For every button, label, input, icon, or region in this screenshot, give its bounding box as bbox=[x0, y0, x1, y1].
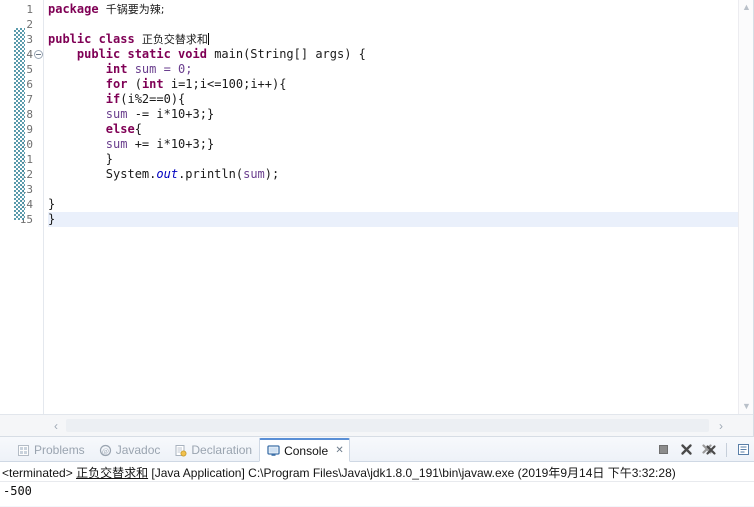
display-selected-console-button[interactable] bbox=[735, 441, 752, 458]
console-jvm-path: C:\Program Files\Java\jdk1.8.0_191\bin\j… bbox=[248, 466, 515, 480]
code-token: } bbox=[48, 212, 56, 226]
scroll-down-arrow-icon[interactable]: ▼ bbox=[740, 400, 753, 413]
tab-javadoc[interactable]: @ Javadoc bbox=[92, 438, 168, 462]
terminate-button[interactable] bbox=[655, 441, 672, 458]
console-timestamp: (2019年9月14日 下午3:32:28) bbox=[517, 466, 676, 480]
code-line[interactable]: package 千锅要为辣; bbox=[48, 2, 753, 17]
tab-label: Console bbox=[284, 443, 329, 458]
problems-icon bbox=[17, 444, 30, 457]
tab-close-icon[interactable]: ✕ bbox=[334, 445, 345, 456]
changed-lines-marker-bar bbox=[14, 28, 25, 220]
tab-problems[interactable]: Problems bbox=[10, 438, 92, 462]
code-token: 千锅要为辣; bbox=[105, 3, 165, 16]
code-line[interactable]: else{ bbox=[48, 122, 753, 137]
console-toolbar[interactable] bbox=[655, 440, 752, 459]
scroll-left-arrow-icon[interactable]: ‹ bbox=[48, 418, 64, 434]
code-token: ); bbox=[264, 167, 280, 181]
code-token: sum bbox=[105, 137, 135, 151]
editor-vertical-scrollbar[interactable]: ▲ ▼ bbox=[738, 0, 753, 414]
code-line[interactable] bbox=[48, 17, 753, 32]
code-token: } bbox=[48, 197, 56, 211]
eclipse-ide-window: 1 2 3 4 5 6 7 8 9 10 11 12 13 14 15 package 千锅要为辣; publ… bbox=[0, 0, 754, 507]
tab-label: Javadoc bbox=[115, 443, 161, 457]
code-token: int bbox=[105, 62, 135, 76]
code-fold-collapse-icon[interactable] bbox=[34, 50, 43, 59]
line-number: 1 bbox=[26, 3, 33, 16]
remove-launch-button[interactable] bbox=[678, 441, 695, 458]
console-icon bbox=[267, 444, 280, 457]
code-token: sum = 0; bbox=[134, 62, 193, 76]
code-token: int bbox=[141, 77, 171, 91]
code-token: (i%2==0){ bbox=[120, 92, 186, 106]
hscroll-track[interactable] bbox=[66, 419, 709, 432]
code-token: if bbox=[105, 92, 121, 106]
text-caret bbox=[207, 33, 209, 45]
code-line[interactable] bbox=[48, 182, 753, 197]
console-launch-type: [Java Application] bbox=[151, 466, 245, 480]
tab-declaration[interactable]: Declaration bbox=[167, 438, 259, 462]
remove-all-launches-button[interactable] bbox=[701, 441, 718, 458]
code-token: sum bbox=[243, 167, 265, 181]
code-token: public class bbox=[48, 32, 142, 46]
view-tab-list[interactable]: Problems @ Javadoc Declaration Console ✕ bbox=[0, 437, 754, 462]
code-token: for bbox=[105, 77, 135, 91]
bottom-panel: Problems @ Javadoc Declaration Console ✕ bbox=[0, 437, 754, 507]
code-line[interactable]: if(i%2==0){ bbox=[48, 92, 753, 107]
code-line[interactable]: int sum = 0; bbox=[48, 62, 753, 77]
tab-label: Declaration bbox=[191, 443, 253, 457]
code-token: .println( bbox=[178, 167, 244, 181]
code-token: sum bbox=[105, 107, 135, 121]
code-token: package bbox=[48, 2, 106, 16]
code-line[interactable]: } bbox=[48, 197, 753, 212]
console-launch-header: <terminated> 正负交替求和 [Java Application] C… bbox=[0, 462, 754, 482]
code-token: 正负交替求和 bbox=[141, 33, 208, 46]
tab-console[interactable]: Console ✕ bbox=[259, 438, 351, 462]
code-line[interactable]: System.out.println(sum); bbox=[48, 167, 753, 182]
code-line[interactable]: public class 正负交替求和 bbox=[48, 32, 753, 47]
code-line[interactable]: for (int i=1;i<=100;i++){ bbox=[48, 77, 753, 92]
toolbar-separator bbox=[726, 442, 727, 457]
console-launch-name: 正负交替求和 bbox=[76, 466, 149, 480]
code-line[interactable]: } bbox=[48, 152, 753, 167]
declaration-icon bbox=[174, 444, 187, 457]
code-token: } bbox=[48, 152, 114, 166]
code-token: System. bbox=[48, 167, 157, 181]
code-line[interactable]: public static void main(String[] args) { bbox=[48, 47, 753, 62]
tab-label: Problems bbox=[34, 443, 85, 457]
code-token: main(String[] args) { bbox=[214, 47, 366, 61]
console-terminated-status: <terminated> bbox=[2, 466, 73, 480]
javadoc-icon: @ bbox=[99, 444, 112, 457]
editor-horizontal-scrollbar[interactable]: ‹ › bbox=[0, 414, 753, 436]
code-line[interactable]: sum += i*10+3;} bbox=[48, 137, 753, 152]
code-token: out bbox=[156, 167, 179, 181]
editor-body[interactable]: 1 2 3 4 5 6 7 8 9 10 11 12 13 14 15 package 千锅要为辣; publ… bbox=[0, 0, 753, 414]
bottom-panel-tabbar: Problems @ Javadoc Declaration Console ✕ bbox=[0, 437, 754, 462]
code-token: public static void bbox=[76, 47, 215, 61]
code-token: else bbox=[105, 122, 135, 136]
gutter-separator bbox=[43, 0, 44, 414]
scroll-up-arrow-icon[interactable]: ▲ bbox=[740, 1, 753, 14]
code-text-area[interactable]: package 千锅要为辣; public class 正负交替求和 public… bbox=[43, 0, 753, 414]
scroll-right-arrow-icon[interactable]: › bbox=[713, 418, 729, 434]
code-line[interactable]: sum -= i*10+3;} bbox=[48, 107, 753, 122]
svg-text:@: @ bbox=[102, 446, 109, 455]
console-output-text[interactable]: -500 bbox=[0, 482, 754, 506]
java-editor[interactable]: 1 2 3 4 5 6 7 8 9 10 11 12 13 14 15 package 千锅要为辣; publ… bbox=[0, 0, 754, 437]
code-line[interactable]: } bbox=[48, 212, 753, 227]
code-token: i=1;i<=100;i++){ bbox=[170, 77, 287, 91]
code-token: ( bbox=[134, 77, 142, 91]
code-token: += i*10+3;} bbox=[134, 137, 215, 151]
code-token: { bbox=[134, 122, 142, 136]
code-token: -= i*10+3;} bbox=[134, 107, 215, 121]
